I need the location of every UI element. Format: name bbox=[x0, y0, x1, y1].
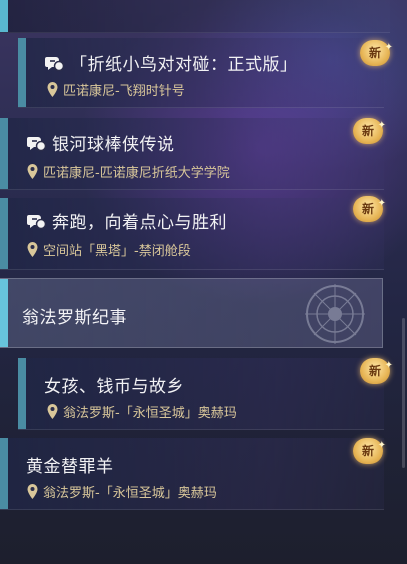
location-pin-icon bbox=[27, 242, 38, 257]
section-header[interactable]: 翁法罗斯纪事 bbox=[0, 278, 383, 348]
quest-card[interactable]: 女孩、钱币与故乡 翁法罗斯-「永恒圣城」奥赫玛 新 ✦ bbox=[18, 358, 393, 430]
previous-quest-card-partial[interactable] bbox=[0, 0, 390, 33]
quest-title: 女孩、钱币与故乡 bbox=[44, 377, 184, 397]
quest-card[interactable]: 奔跑，向着点心与胜利 空间站「黑塔」-禁闭舱段 新 ✦ bbox=[0, 196, 386, 270]
new-badge: 新 ✦ bbox=[360, 40, 393, 66]
location-pin-icon bbox=[47, 404, 58, 419]
new-badge: 新 ✦ bbox=[353, 118, 386, 144]
new-badge: 新 ✦ bbox=[360, 358, 393, 384]
quest-location: 翁法罗斯-「永恒圣城」奥赫玛 bbox=[46, 402, 237, 421]
quest-title: 「折纸小鸟对对碰：正式版」 bbox=[44, 50, 298, 75]
quest-card[interactable]: 「折纸小鸟对对碰：正式版」 匹诺康尼-飞翔时针号 新 ✦ bbox=[18, 38, 393, 108]
quest-chat-icon bbox=[27, 137, 46, 152]
quest-card[interactable]: 黄金替罪羊 翁法罗斯-「永恒圣城」奥赫玛 新 ✦ bbox=[0, 438, 386, 510]
quest-title: 奔跑，向着点心与胜利 bbox=[26, 208, 227, 233]
quest-location: 翁法罗斯-「永恒圣城」奥赫玛 bbox=[26, 482, 217, 501]
card-accent-bar bbox=[18, 358, 26, 429]
quest-card[interactable]: 银河球棒侠传说 匹诺康尼-匹诺康尼折纸大学学院 新 ✦ bbox=[0, 118, 386, 190]
new-badge: 新 ✦ bbox=[353, 196, 386, 222]
new-badge: 新 ✦ bbox=[353, 438, 386, 464]
card-accent-bar bbox=[0, 438, 8, 509]
section-title: 翁法罗斯纪事 bbox=[22, 308, 127, 328]
emblem-icon bbox=[305, 284, 365, 344]
quest-location: 匹诺康尼-飞翔时针号 bbox=[46, 80, 185, 99]
location-pin-icon bbox=[47, 82, 58, 97]
card-accent-bar bbox=[0, 0, 8, 32]
location-pin-icon bbox=[27, 484, 38, 499]
scrollbar[interactable] bbox=[402, 318, 405, 468]
card-accent-bar bbox=[0, 198, 8, 269]
card-accent-bar bbox=[0, 118, 8, 189]
quest-chat-icon bbox=[27, 215, 46, 230]
card-accent-bar bbox=[18, 38, 26, 107]
quest-location: 空间站「黑塔」-禁闭舱段 bbox=[26, 240, 191, 259]
section-accent-bar bbox=[0, 279, 8, 347]
quest-location: 匹诺康尼-匹诺康尼折纸大学学院 bbox=[26, 162, 230, 181]
quest-chat-icon bbox=[45, 57, 64, 72]
quest-title: 银河球棒侠传说 bbox=[26, 130, 175, 155]
location-pin-icon bbox=[27, 164, 38, 179]
quest-title: 黄金替罪羊 bbox=[26, 457, 114, 477]
